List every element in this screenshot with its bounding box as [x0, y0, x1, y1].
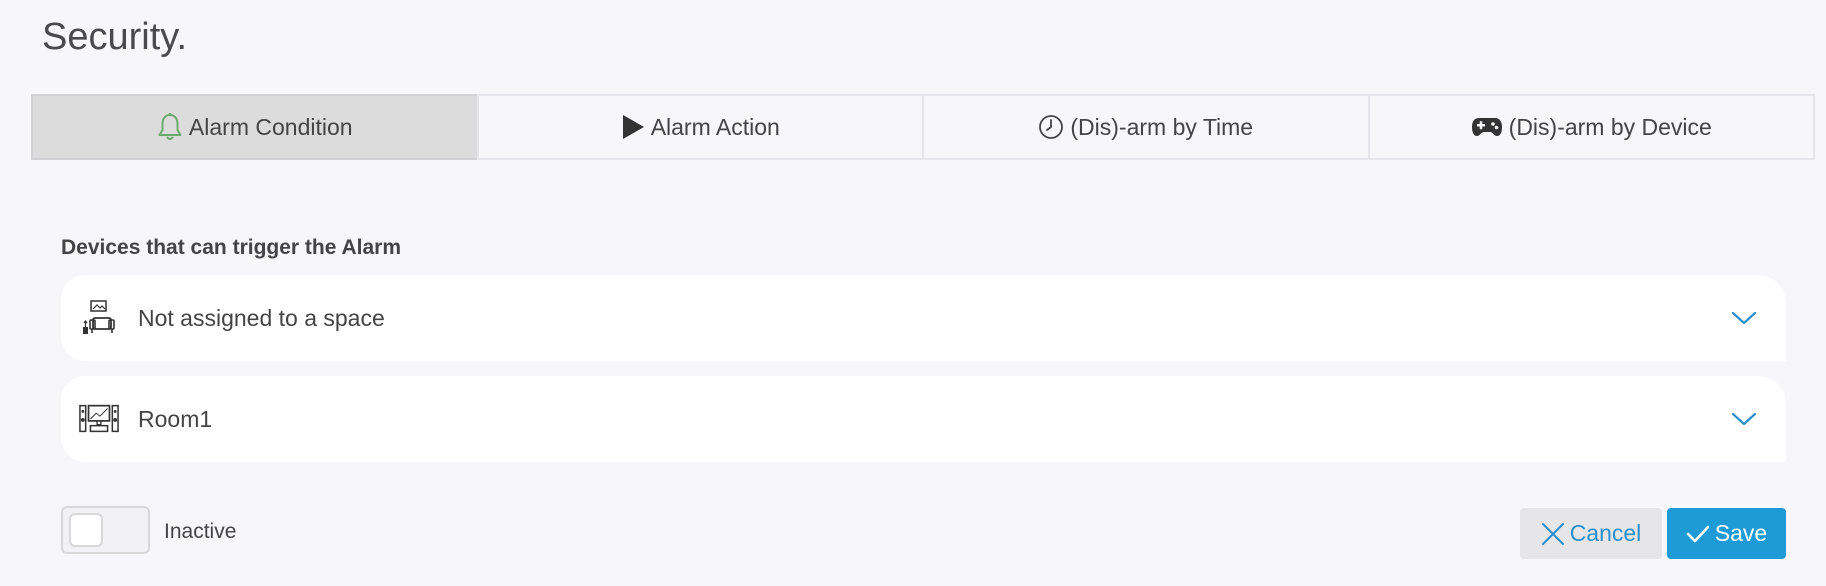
save-label: Save	[1714, 520, 1768, 546]
tab-label: (Dis)-arm by Time	[1070, 113, 1254, 140]
clock-icon	[1038, 114, 1064, 140]
chevron-down-icon[interactable]	[1730, 405, 1758, 433]
close-icon	[1541, 522, 1565, 546]
play-icon	[621, 114, 645, 140]
bell-icon	[157, 112, 183, 142]
chevron-down-icon[interactable]	[1730, 304, 1758, 332]
tab-alarm-action[interactable]: Alarm Action	[476, 94, 924, 160]
page-title: Security.	[42, 16, 188, 58]
cancel-label: Cancel	[1569, 520, 1642, 546]
toggle-knob	[69, 513, 103, 547]
tab-label: Alarm Action	[650, 113, 780, 140]
save-button[interactable]: Save	[1667, 508, 1786, 559]
space-label: Not assigned to a space	[138, 304, 385, 331]
space-item-room1[interactable]: Room1	[61, 376, 1786, 462]
tab-disarm-by-time[interactable]: (Dis)-arm by Time	[922, 94, 1370, 160]
tab-label: (Dis)-arm by Device	[1508, 113, 1712, 140]
check-icon	[1686, 524, 1710, 544]
tv-room-icon	[79, 399, 119, 439]
tab-bar: Alarm Condition Alarm Action (Dis)-arm b…	[31, 94, 1815, 160]
toggle-status-label: Inactive	[164, 520, 237, 543]
space-label: Room1	[138, 405, 213, 432]
living-room-icon	[79, 298, 119, 338]
gamepad-icon	[1471, 116, 1503, 138]
cancel-button[interactable]: Cancel	[1520, 508, 1662, 559]
devices-section-title: Devices that can trigger the Alarm	[61, 236, 401, 259]
active-toggle[interactable]	[61, 506, 150, 554]
tab-label: Alarm Condition	[188, 113, 353, 140]
tab-alarm-condition[interactable]: Alarm Condition	[31, 94, 479, 160]
space-item-not-assigned[interactable]: Not assigned to a space	[61, 275, 1786, 361]
tab-disarm-by-device[interactable]: (Dis)-arm by Device	[1367, 94, 1815, 160]
